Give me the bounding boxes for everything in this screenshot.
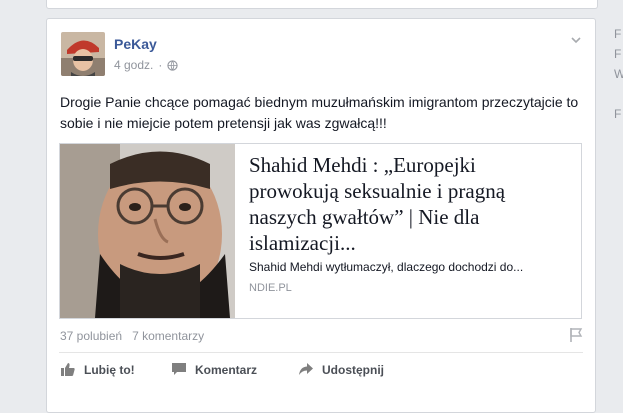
share-icon (299, 363, 313, 375)
link-preview[interactable]: Shahid Mehdi : „Europejki prowokują seks… (59, 143, 582, 319)
comment-icon (172, 363, 186, 375)
post-meta: 4 godz. · (114, 58, 179, 72)
link-domain: NDIE.PL (249, 282, 292, 294)
post-actions: Lubię to! Komentarz Udostępnij (60, 362, 384, 377)
previous-post-card-edge (46, 0, 598, 9)
link-title[interactable]: Shahid Mehdi : „Europejki prowokują seks… (249, 152, 569, 256)
link-thumbnail (60, 144, 235, 318)
sidebar-letter (614, 84, 623, 104)
chevron-down-icon[interactable] (569, 33, 583, 47)
sidebar-letter: W (614, 67, 623, 81)
sidebar-letter: F (614, 107, 622, 121)
meta-separator: · (158, 58, 163, 72)
comment-label: Komentarz (195, 362, 258, 377)
link-description: Shahid Mehdi wytłumaczył, dlaczego docho… (249, 260, 524, 274)
reaction-counts: 37 polubień 7 komentarzy (60, 329, 204, 343)
share-button[interactable]: Udostępnij (298, 362, 384, 377)
right-sidebar-fragment: F F W F (614, 24, 623, 124)
comments-count[interactable]: 7 komentarzy (132, 329, 204, 343)
comment-button[interactable]: Komentarz (171, 362, 298, 377)
post-text: Drogie Panie chcące pomagać biednym muzu… (60, 94, 579, 131)
author-name[interactable]: PeKay (114, 36, 157, 52)
flag-icon[interactable] (569, 327, 583, 343)
share-label: Udostępnij (322, 362, 384, 377)
actions-divider (59, 352, 583, 353)
likes-count[interactable]: 37 polubień (60, 329, 122, 343)
sidebar-letter: F (614, 47, 622, 61)
post-timestamp[interactable]: 4 godz. (114, 58, 153, 72)
sidebar-letter: F (614, 27, 622, 41)
like-label: Lubię to! (84, 362, 135, 377)
thumbs-up-icon (61, 363, 75, 376)
like-button[interactable]: Lubię to! (60, 362, 171, 377)
globe-icon[interactable] (167, 59, 179, 71)
post-card: PeKay 4 godz. · Drogie Panie chcące poma… (46, 18, 596, 413)
avatar[interactable] (61, 32, 105, 76)
